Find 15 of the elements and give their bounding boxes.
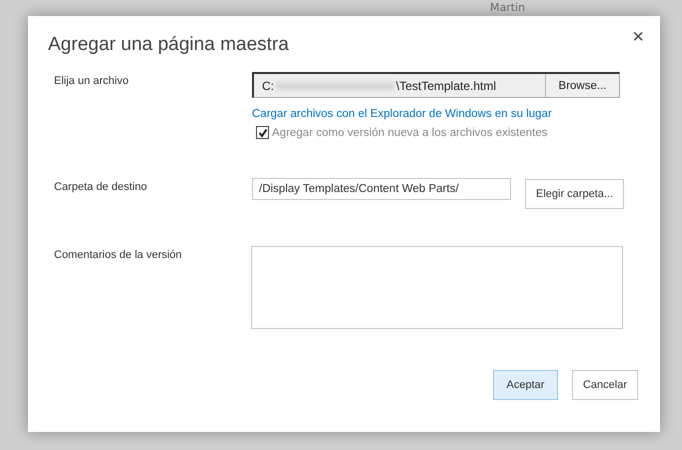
choose-folder-button[interactable]: Elegir carpeta... <box>525 179 624 209</box>
explorer-link[interactable]: Cargar archivos con el Explorador de Windows en su lugar <box>252 108 552 120</box>
folder-field[interactable]: /Display Templates/Content Web Parts/ <box>252 178 511 200</box>
field-label: Carpeta de destino <box>53 180 148 195</box>
checkbox-label: Agregar como versión nueva a los archivos existentes <box>272 126 548 138</box>
accept-button[interactable]: Aceptar <box>492 370 558 400</box>
checkbox[interactable] <box>256 126 269 139</box>
dialog-title: Agregar una página maestra <box>48 34 289 56</box>
close-button[interactable]: × <box>628 26 648 49</box>
cancel-button[interactable]: Cancelar <box>572 370 638 400</box>
background-name: Martin <box>490 1 526 14</box>
comments-field[interactable] <box>251 246 623 329</box>
file-field[interactable]: C: \TestTemplate.html Browse... <box>252 72 620 98</box>
field-label: Elija un archivo <box>53 74 130 89</box>
field-label: Comentarios de la versión <box>53 248 183 263</box>
